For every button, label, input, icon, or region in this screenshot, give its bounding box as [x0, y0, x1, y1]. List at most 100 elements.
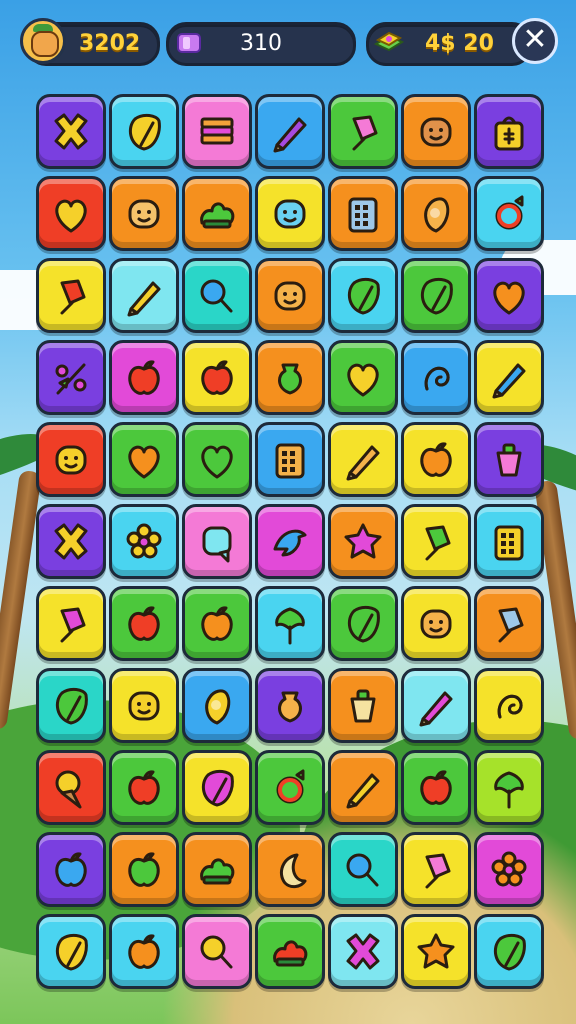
crayon-icon — [492, 363, 526, 398]
tile-crayon[interactable] — [255, 94, 325, 169]
tile-dolphin[interactable] — [255, 504, 325, 579]
tile-phone[interactable] — [474, 504, 544, 579]
tile-bush[interactable] — [182, 176, 252, 251]
tile-heart[interactable] — [36, 176, 106, 251]
tile-heart[interactable] — [474, 258, 544, 333]
score-value: 3202 — [79, 31, 141, 56]
tile-branch[interactable] — [36, 340, 106, 415]
tile-bush[interactable] — [255, 914, 325, 989]
tile-magnifier[interactable] — [182, 914, 252, 989]
tile-crayon[interactable] — [328, 422, 398, 497]
popsicle-icon — [425, 853, 451, 888]
tile-heart[interactable] — [182, 422, 252, 497]
tile-vase[interactable] — [255, 668, 325, 743]
apple-icon — [128, 933, 160, 969]
tile-drop[interactable] — [182, 668, 252, 743]
tile-tree[interactable] — [474, 750, 544, 825]
tile-leaf[interactable] — [328, 586, 398, 661]
tile-bag[interactable] — [474, 94, 544, 169]
tile-magnifier[interactable] — [328, 832, 398, 907]
tile-apple[interactable] — [109, 340, 179, 415]
heart-icon — [201, 445, 233, 478]
tile-apple[interactable] — [182, 340, 252, 415]
crayon-icon — [346, 445, 380, 480]
tile-cup[interactable] — [474, 422, 544, 497]
tile-drop[interactable] — [401, 176, 471, 251]
tile-heart[interactable] — [109, 422, 179, 497]
tile-apple[interactable] — [182, 586, 252, 661]
tile-cup[interactable] — [328, 668, 398, 743]
tile-leaf[interactable] — [36, 668, 106, 743]
tile-apple[interactable] — [401, 422, 471, 497]
tile-bubble[interactable] — [182, 504, 252, 579]
tile-flower[interactable] — [474, 832, 544, 907]
tile-apple[interactable] — [109, 832, 179, 907]
tile-flower[interactable] — [109, 504, 179, 579]
tile-face[interactable] — [36, 422, 106, 497]
face-icon — [55, 445, 87, 474]
bush-icon — [200, 858, 235, 884]
ring-icon — [495, 195, 524, 229]
leaf-icon — [420, 277, 453, 314]
drop-icon — [205, 688, 231, 724]
tile-popsicle[interactable] — [401, 504, 471, 579]
tile-apple[interactable] — [109, 750, 179, 825]
tile-apple[interactable] — [401, 750, 471, 825]
tile-vase[interactable] — [255, 340, 325, 415]
tile-leaf[interactable] — [328, 258, 398, 333]
tile-ring[interactable] — [474, 176, 544, 251]
close-button[interactable]: ✕ — [512, 18, 558, 64]
tile-face[interactable] — [109, 176, 179, 251]
tile-leaf[interactable] — [109, 94, 179, 169]
tile-ring[interactable] — [255, 750, 325, 825]
tile-apple[interactable] — [109, 586, 179, 661]
tile-crayon[interactable] — [474, 340, 544, 415]
tile-magnifier[interactable] — [182, 258, 252, 333]
tile-leaf[interactable] — [182, 750, 252, 825]
tile-heart[interactable] — [328, 340, 398, 415]
tile-phone[interactable] — [328, 176, 398, 251]
tile-x[interactable] — [36, 504, 106, 579]
face-icon — [128, 199, 160, 228]
tile-popsicle[interactable] — [36, 586, 106, 661]
tile-tree[interactable] — [255, 586, 325, 661]
tile-star[interactable] — [401, 914, 471, 989]
tile-popsicle[interactable] — [328, 94, 398, 169]
face-icon — [128, 691, 160, 720]
tile-phone[interactable] — [255, 422, 325, 497]
top-hud: 3202 310 4$ 20 ✕ — [0, 18, 576, 66]
tile-stack[interactable] — [182, 94, 252, 169]
tile-face[interactable] — [255, 258, 325, 333]
tile-swirl[interactable] — [474, 668, 544, 743]
tile-leaf[interactable] — [474, 914, 544, 989]
stack-icon — [200, 117, 234, 144]
tile-star[interactable] — [328, 504, 398, 579]
tile-swirl[interactable] — [401, 340, 471, 415]
tile-face[interactable] — [109, 668, 179, 743]
tile-crayon[interactable] — [401, 668, 471, 743]
tile-moon[interactable] — [255, 832, 325, 907]
tile-crayon[interactable] — [328, 750, 398, 825]
tile-face[interactable] — [401, 94, 471, 169]
tile-apple[interactable] — [109, 914, 179, 989]
tile-crayon[interactable] — [109, 258, 179, 333]
tile-cone[interactable] — [36, 750, 106, 825]
vase-icon — [278, 691, 302, 722]
tile-leaf[interactable] — [401, 258, 471, 333]
tile-bush[interactable] — [182, 832, 252, 907]
leaf-icon — [128, 113, 161, 150]
crayon-icon — [273, 117, 307, 152]
tile-popsicle[interactable] — [474, 586, 544, 661]
tile-x[interactable] — [36, 94, 106, 169]
tile-leaf[interactable] — [36, 914, 106, 989]
swirl-icon — [497, 694, 523, 718]
tile-face[interactable] — [401, 586, 471, 661]
player-avatar-icon[interactable] — [20, 18, 66, 64]
tile-x[interactable] — [328, 914, 398, 989]
tile-popsicle[interactable] — [36, 258, 106, 333]
tile-popsicle[interactable] — [401, 832, 471, 907]
tile-face[interactable] — [255, 176, 325, 251]
magnifier-icon — [200, 279, 233, 312]
tile-apple[interactable] — [36, 832, 106, 907]
apple-icon — [201, 605, 233, 641]
